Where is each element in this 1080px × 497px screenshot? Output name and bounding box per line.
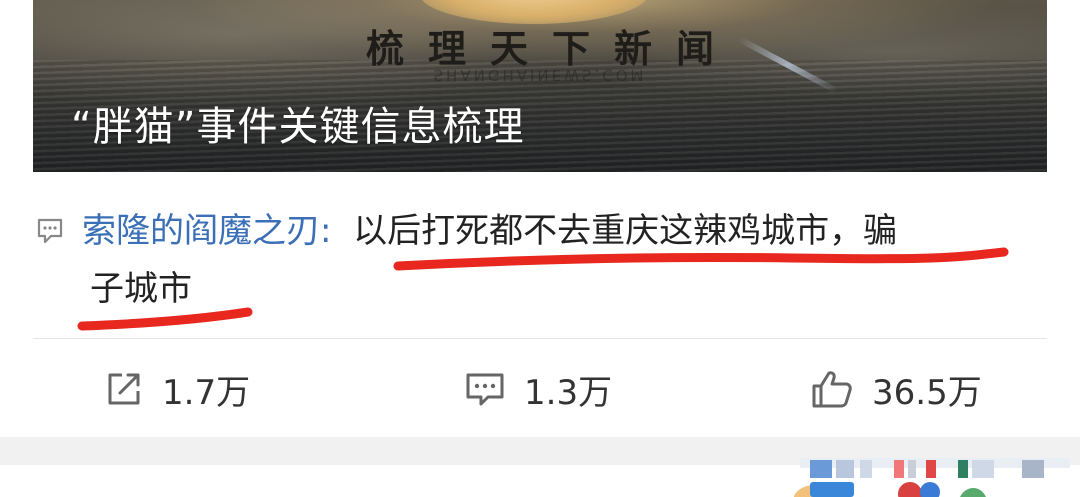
divider: [33, 338, 1047, 339]
comment-icon: [466, 373, 504, 406]
decorative-sticker: [794, 458, 1070, 497]
news-banner-image[interactable]: 梳理天下新闻 SHANGHAINEWS.COM “胖猫”事件关键信息梳理: [33, 0, 1047, 172]
banner-watermark: SHANGHAINEWS.COM: [433, 66, 647, 84]
share-count: 1.7万: [162, 372, 251, 413]
like-button[interactable]: 36.5万: [810, 364, 982, 414]
share-button[interactable]: 1.7万: [104, 364, 250, 414]
comment-text-line2: 子城市: [90, 269, 192, 309]
thumbs-up-icon: [812, 371, 852, 408]
post-card: 梳理天下新闻 SHANGHAINEWS.COM “胖猫”事件关键信息梳理 索隆的…: [0, 0, 1080, 497]
comment-icon: [36, 206, 64, 244]
share-icon: [108, 373, 140, 405]
banner-headline: “胖猫”事件关键信息梳理: [71, 104, 525, 150]
author-separator: :: [320, 211, 332, 251]
comments-button[interactable]: 1.3万: [464, 364, 612, 414]
comment-text-line1: 以后打死都不去重庆这辣鸡城市，骗: [353, 211, 898, 251]
likes-count: 36.5万: [872, 372, 982, 413]
comments-count: 1.3万: [524, 372, 613, 413]
commenter-name-link[interactable]: 索隆的阎魔之刃: [82, 211, 320, 251]
top-comment: 索隆的阎魔之刃: 以后打死都不去重庆这辣鸡城市，骗 子城市: [36, 202, 1026, 318]
banner-motto: 梳理天下新闻: [365, 26, 738, 71]
